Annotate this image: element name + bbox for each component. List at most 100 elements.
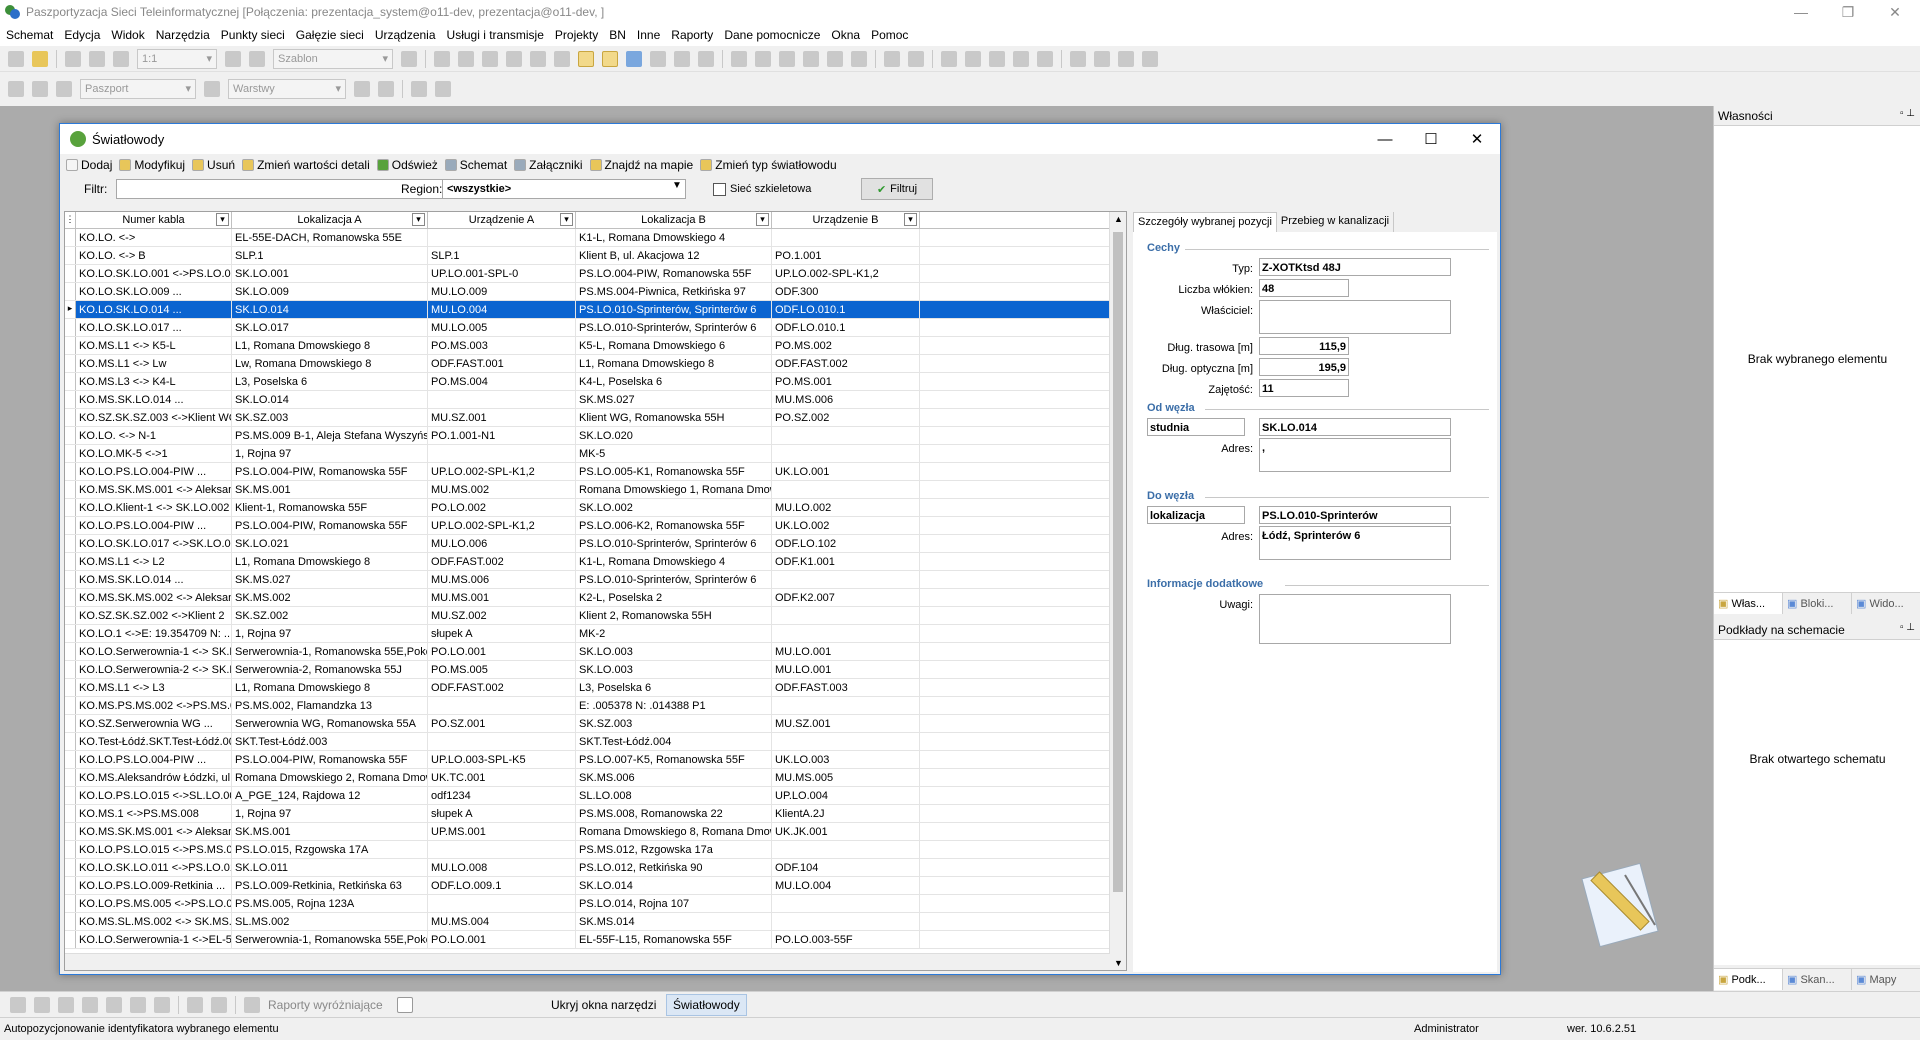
table-row[interactable]: KO.MS.SK.MS.001 <-> Aleksandrów...SK.MS.… bbox=[65, 823, 1110, 841]
fibers-maximize-button[interactable]: ☐ bbox=[1408, 124, 1454, 154]
restore-button[interactable]: ❐ bbox=[1827, 0, 1869, 24]
align-left-icon[interactable] bbox=[731, 50, 747, 67]
table-row[interactable]: KO.LO.SK.LO.001 <->PS.LO.004-PIWSK.LO.00… bbox=[65, 265, 1110, 283]
building-icon[interactable] bbox=[506, 50, 522, 67]
table-row[interactable]: KO.LO.SK.LO.017 ... SK.LO.017 MU.LO.005 PS.… bbox=[65, 319, 1110, 337]
to-node-name-field[interactable]: PS.LO.010-Sprinterów bbox=[1259, 506, 1451, 524]
export-icon[interactable] bbox=[884, 50, 900, 67]
table-row[interactable]: KO.LO.1 <->E: 19.354709 N: ... 1, Rojna 9… bbox=[65, 625, 1110, 643]
align-center-icon[interactable] bbox=[779, 50, 795, 67]
delete-icon[interactable] bbox=[941, 50, 957, 67]
square-icon[interactable] bbox=[82, 996, 98, 1013]
check-icon[interactable] bbox=[56, 81, 72, 97]
table-row[interactable]: KO.MS.L1 <-> K5-L L1, Romana Dmowskiego 8… bbox=[65, 337, 1110, 355]
toolbar-button-change-type[interactable]: Zmień typ światłowodu bbox=[700, 158, 837, 172]
minimize-button[interactable]: — bbox=[1780, 0, 1822, 24]
nodes-icon[interactable] bbox=[34, 996, 50, 1013]
new-icon[interactable] bbox=[8, 50, 24, 67]
tab-route[interactable]: Przebieg w kanalizacji bbox=[1277, 212, 1395, 232]
menu-item[interactable]: Dane pomocnicze bbox=[724, 28, 820, 42]
column-filter-icon[interactable]: ▾ bbox=[560, 213, 573, 226]
table-icon[interactable] bbox=[650, 50, 666, 67]
column-filter-icon[interactable]: ▾ bbox=[412, 213, 425, 226]
scroll-up-icon[interactable]: ▲ bbox=[1114, 214, 1123, 224]
layout-icon[interactable] bbox=[401, 50, 417, 67]
grid-vertical-scrollbar[interactable]: ▲ ▼ bbox=[1109, 212, 1126, 970]
filter-button[interactable]: ✔ Filtruj bbox=[861, 178, 933, 200]
chain-icon[interactable] bbox=[411, 81, 427, 97]
table-row[interactable]: KO.LO.PS.LO.004-PIW ... PS.LO.004-PIW, Ro… bbox=[65, 751, 1110, 769]
table-row[interactable]: KO.MS.SK.MS.002 <-> Aleksandrów...SK.MS.… bbox=[65, 589, 1110, 607]
table-row[interactable]: KO.MS.SK.MS.001 <-> Aleksandrów...SK.MS.… bbox=[65, 481, 1110, 499]
info-icon[interactable] bbox=[626, 50, 642, 67]
usage-field[interactable]: 11 bbox=[1259, 379, 1349, 397]
close-button[interactable]: ✕ bbox=[1874, 0, 1916, 24]
paste-icon[interactable] bbox=[458, 50, 474, 67]
menu-item[interactable]: Projekty bbox=[555, 28, 598, 42]
chevron-down-icon[interactable]: ▼ bbox=[672, 180, 682, 191]
grid-mode-icon[interactable] bbox=[602, 50, 618, 67]
line-icon[interactable] bbox=[354, 81, 370, 97]
table-row[interactable]: KO.Test-Łódź.SKT.Test-Łódź.003 ...SKT.Te… bbox=[65, 733, 1110, 751]
menu-item[interactable]: Okna bbox=[831, 28, 860, 42]
connect-icon[interactable] bbox=[908, 50, 924, 67]
toolbar-button-add[interactable]: Dodaj bbox=[66, 158, 112, 172]
from-address-field[interactable]: , bbox=[1259, 438, 1451, 472]
toolbar-button-delete[interactable]: Usuń bbox=[192, 158, 235, 172]
edit-box-icon[interactable] bbox=[130, 996, 146, 1013]
cursor-mode-icon[interactable] bbox=[578, 50, 594, 67]
table-row[interactable]: KO.SZ.SK.SZ.003 <->Klient WG SK.SZ.003 MU.… bbox=[65, 409, 1110, 427]
route-length-field[interactable]: 115,9 bbox=[1259, 337, 1349, 355]
report-icon[interactable] bbox=[244, 996, 260, 1013]
menu-item[interactable]: Pomoc bbox=[871, 28, 908, 42]
menu-item[interactable]: Usługi i transmisje bbox=[447, 28, 544, 42]
toolbar-button-refresh[interactable]: Odśwież bbox=[376, 158, 438, 172]
from-node-name-field[interactable]: SK.LO.014 bbox=[1259, 418, 1451, 436]
table-row[interactable]: KO.LO.SK.LO.009 ... SK.LO.009 MU.LO.009 PS.… bbox=[65, 283, 1110, 301]
table-row[interactable]: KO.LO.Klient-1 <-> SK.LO.002 Klient-1, Ro… bbox=[65, 499, 1110, 517]
table-row[interactable]: KO.SZ.SK.SZ.002 <->Klient 2 SK.SZ.002 MU.S… bbox=[65, 607, 1110, 625]
column-filter-icon[interactable]: ▾ bbox=[216, 213, 229, 226]
target-icon[interactable] bbox=[58, 996, 74, 1013]
zoom-combo[interactable]: 1:1 bbox=[137, 48, 217, 69]
table-row[interactable]: KO.MS.SL.MS.002 <-> SK.MS.014SL.MS.002MU… bbox=[65, 913, 1110, 931]
table-row[interactable]: KO.LO.PS.LO.004-PIW ... PS.LO.004-PIW, Ro… bbox=[65, 517, 1110, 535]
fibers-close-button[interactable]: ✕ bbox=[1454, 124, 1500, 154]
table-row[interactable]: KO.SZ.Serwerownia WG ... Serwerownia WG, … bbox=[65, 715, 1110, 733]
menu-item[interactable]: Inne bbox=[637, 28, 660, 42]
table-row[interactable]: KO.LO.Serwerownia-1 <-> SK.LO.003Serwero… bbox=[65, 643, 1110, 661]
table-row[interactable]: KO.LO. <-> B SLP.1 SLP.1 Klient B, ul. Akac… bbox=[65, 247, 1110, 265]
table-row[interactable]: KO.LO.Serwerownia-2 <-> SK.LO.003Serwero… bbox=[65, 661, 1110, 679]
columns-icon[interactable] bbox=[698, 50, 714, 67]
tab-item-details[interactable]: Szczegóły wybranej pozycji bbox=[1133, 212, 1277, 232]
crop-icon[interactable] bbox=[435, 81, 451, 97]
table-row[interactable]: KO.LO.SK.LO.011 <->PS.LO.012 SK.LO.011 MU.… bbox=[65, 859, 1110, 877]
table-row[interactable]: KO.MS.1 <->PS.MS.008 1, Rojna 97 słupek AP… bbox=[65, 805, 1110, 823]
refresh-icon[interactable] bbox=[113, 50, 129, 67]
pin-icon[interactable]: ▫ ⊥ bbox=[1900, 622, 1915, 633]
toolbar-button-attachment[interactable]: Załączniki bbox=[514, 158, 583, 172]
fibers-count-field[interactable]: 48 bbox=[1259, 279, 1349, 297]
column-header[interactable]: Lokalizacja B ▾ bbox=[576, 212, 772, 228]
table-row[interactable]: KO.LO.Serwerownia-1 <->EL-55F-L15Serwero… bbox=[65, 931, 1110, 949]
table-row[interactable]: KO.MS.SK.LO.014 ... SK.MS.027 MU.MS.006 PS.… bbox=[65, 571, 1110, 589]
column-filter-icon[interactable]: ▾ bbox=[904, 213, 917, 226]
menu-item[interactable]: Widok bbox=[111, 28, 144, 42]
dock-tab[interactable]: ▣ Mapy bbox=[1852, 969, 1920, 990]
lock-icon[interactable] bbox=[204, 81, 220, 97]
zoom-in-icon[interactable] bbox=[225, 50, 241, 67]
dock-tab[interactable]: ▣ Podk... bbox=[1714, 969, 1783, 990]
table-row[interactable]: KO.LO.PS.LO.015 <->SL.LO.008 A_PGE_124, R… bbox=[65, 787, 1110, 805]
optical-length-field[interactable]: 195,9 bbox=[1259, 358, 1349, 376]
toolbar-button-map[interactable]: Znajdź na mapie bbox=[589, 158, 693, 172]
fit-icon[interactable] bbox=[851, 50, 867, 67]
active-window-tab[interactable]: Światłowody bbox=[666, 994, 747, 1016]
toolbar-button-change-values[interactable]: Zmień wartości detali bbox=[242, 158, 370, 172]
polyline-icon[interactable] bbox=[378, 81, 394, 97]
grid-horizontal-scrollbar[interactable] bbox=[65, 953, 1110, 970]
circle-icon[interactable] bbox=[965, 50, 981, 67]
person-icon[interactable] bbox=[1118, 50, 1134, 67]
dock-tab[interactable]: ▣ Włas... bbox=[1714, 593, 1783, 614]
menu-item[interactable]: BN bbox=[609, 28, 626, 42]
menu-item[interactable]: Urządzenia bbox=[375, 28, 436, 42]
